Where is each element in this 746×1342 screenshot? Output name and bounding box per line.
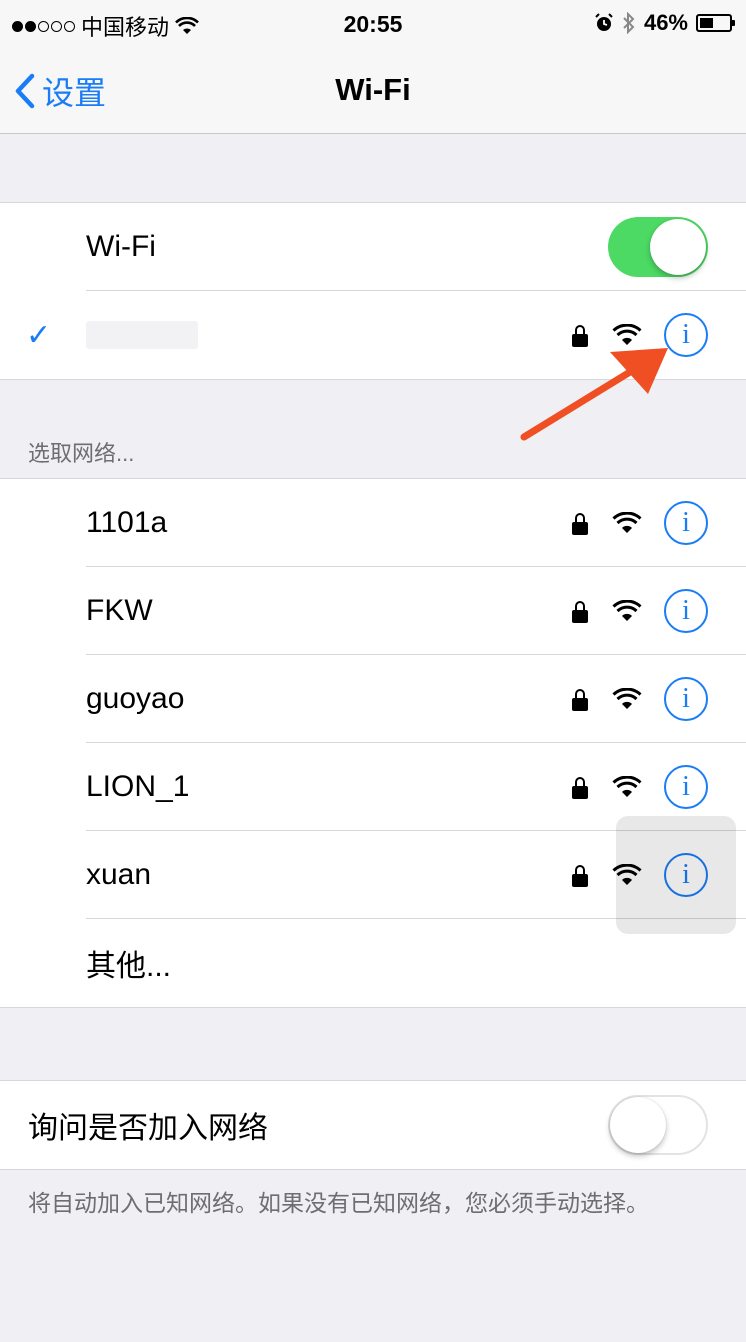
status-left: 中国移动 bbox=[12, 10, 199, 42]
lock-icon bbox=[570, 775, 590, 799]
network-row[interactable]: guoyao i bbox=[0, 655, 746, 743]
ask-join-label: 询问是否加入网络 bbox=[28, 1112, 268, 1145]
network-row[interactable]: FKW i bbox=[0, 567, 746, 655]
connected-network-row[interactable]: ✓ i bbox=[0, 291, 746, 379]
wifi-toggle-label: Wi-Fi bbox=[86, 230, 156, 263]
battery-percent: 46% bbox=[643, 10, 688, 35]
checkmark-icon: ✓ bbox=[26, 318, 52, 352]
info-button[interactable]: i bbox=[664, 501, 708, 545]
status-bar: 中国移动 20:55 46% bbox=[0, 0, 746, 50]
info-icon: i bbox=[682, 771, 690, 802]
network-name: guoyao bbox=[86, 682, 185, 715]
lock-icon bbox=[570, 687, 590, 711]
tap-highlight bbox=[616, 816, 736, 934]
network-name: FKW bbox=[86, 594, 153, 627]
ask-join-group: 询问是否加入网络 bbox=[0, 1080, 746, 1170]
wifi-signal-icon bbox=[612, 512, 642, 533]
info-icon: i bbox=[682, 319, 690, 350]
wifi-signal-icon bbox=[612, 600, 642, 621]
info-button[interactable]: i bbox=[664, 765, 708, 809]
page-title: Wi-Fi bbox=[335, 72, 411, 107]
lock-icon bbox=[570, 863, 590, 887]
chevron-left-icon bbox=[15, 73, 35, 109]
wifi-signal-icon bbox=[612, 776, 642, 797]
ask-join-toggle[interactable] bbox=[608, 1095, 708, 1155]
connected-network-name-masked bbox=[86, 321, 198, 349]
carrier-name: 中国移动 bbox=[81, 15, 170, 40]
network-name: xuan bbox=[86, 858, 152, 891]
lock-icon bbox=[570, 323, 590, 347]
network-name: 1101a bbox=[86, 506, 168, 539]
network-name: LION_1 bbox=[86, 770, 190, 803]
info-icon: i bbox=[682, 595, 690, 626]
info-icon: i bbox=[682, 683, 690, 714]
wifi-toggle[interactable] bbox=[608, 217, 708, 277]
alarm-icon bbox=[595, 13, 613, 31]
info-icon: i bbox=[682, 507, 690, 538]
lock-icon bbox=[570, 511, 590, 535]
wifi-status-icon bbox=[175, 17, 199, 34]
back-button[interactable]: 设置 bbox=[14, 68, 106, 114]
signal-strength-icon bbox=[12, 20, 75, 32]
battery-icon bbox=[696, 14, 735, 32]
wifi-signal-icon bbox=[612, 688, 642, 709]
network-row[interactable]: 1101a i bbox=[0, 479, 746, 567]
wifi-signal-icon bbox=[612, 324, 642, 345]
back-label: 设置 bbox=[42, 75, 107, 111]
section-header: 选取网络... bbox=[28, 441, 135, 466]
ask-join-row: 询问是否加入网络 bbox=[0, 1081, 746, 1169]
status-right: 46% bbox=[594, 10, 735, 36]
footer-text: 将自动加入已知网络。如果没有已知网络，您必须手动选择。 bbox=[28, 1190, 649, 1216]
navigation-bar: 设置 Wi-Fi bbox=[0, 50, 746, 134]
info-button[interactable]: i bbox=[664, 677, 708, 721]
lock-icon bbox=[570, 599, 590, 623]
info-button[interactable]: i bbox=[664, 589, 708, 633]
wifi-group: Wi-Fi ✓ i bbox=[0, 202, 746, 380]
other-network-label: 其他... bbox=[86, 950, 172, 983]
info-button[interactable]: i bbox=[664, 313, 708, 357]
wifi-toggle-row: Wi-Fi bbox=[0, 203, 746, 291]
bluetooth-icon bbox=[623, 12, 635, 34]
